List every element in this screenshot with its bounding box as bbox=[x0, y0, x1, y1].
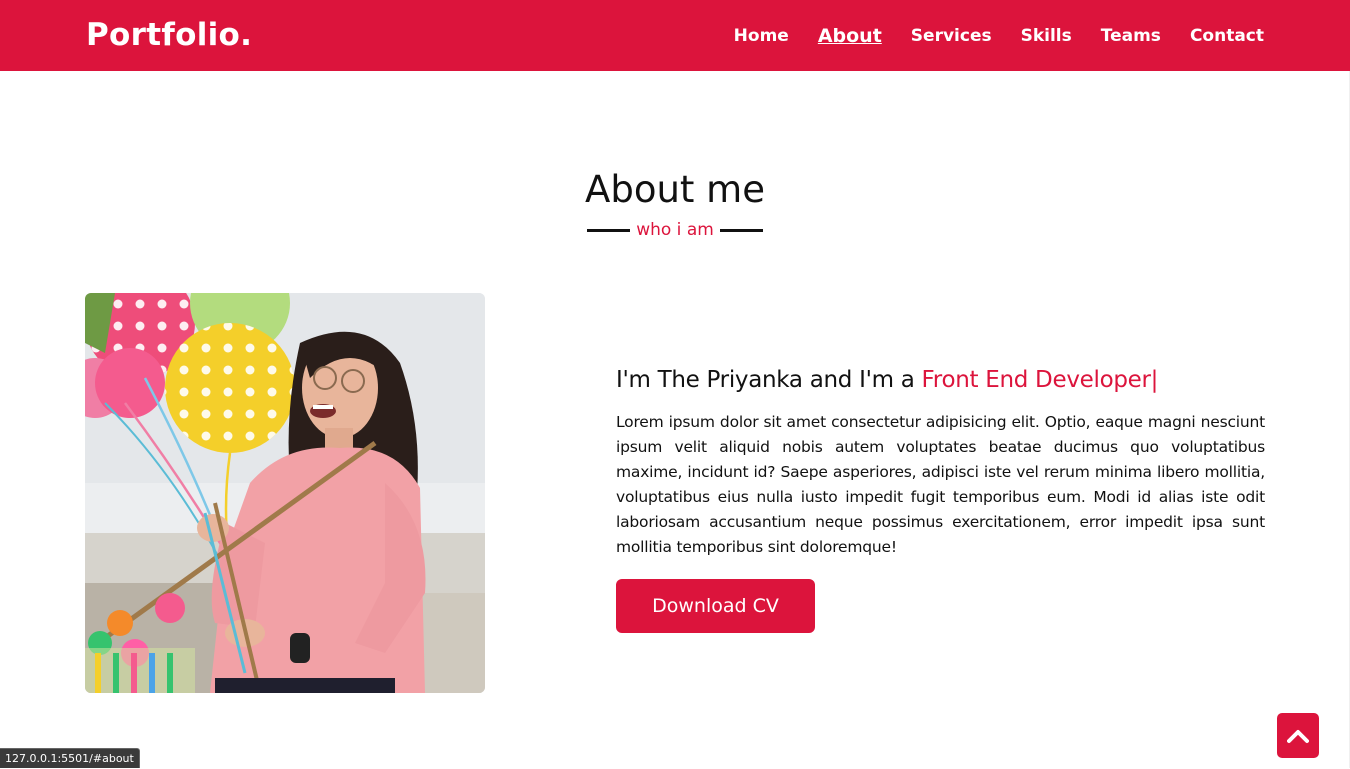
section-title: About me bbox=[585, 168, 765, 211]
about-content: I'm The Priyanka and I'm a Front End Dev… bbox=[616, 363, 1265, 560]
nav-menu: Home About Services Skills Teams Contact bbox=[734, 22, 1264, 50]
headline-typed-role: Front End Developer| bbox=[921, 367, 1159, 393]
scroll-to-top-button[interactable] bbox=[1277, 713, 1319, 758]
download-cv-button[interactable]: Download CV bbox=[616, 579, 815, 633]
nav-link-services[interactable]: Services bbox=[911, 22, 992, 50]
status-bar-url: 127.0.0.1:5501/#about bbox=[0, 748, 140, 768]
chevron-up-icon bbox=[1287, 729, 1309, 743]
headline-prefix: I'm The Priyanka and I'm a bbox=[616, 367, 915, 393]
nav-link-skills[interactable]: Skills bbox=[1021, 22, 1072, 50]
subtitle-line-left bbox=[587, 228, 631, 232]
about-description: Lorem ipsum dolor sit amet consectetur a… bbox=[616, 413, 1265, 556]
profile-photo-illustration bbox=[85, 293, 485, 693]
nav-link-home[interactable]: Home bbox=[734, 22, 789, 50]
nav-link-about[interactable]: About bbox=[818, 22, 882, 50]
nav-link-teams[interactable]: Teams bbox=[1101, 22, 1161, 50]
section-subtitle: who i am bbox=[636, 220, 714, 240]
nav-link-contact[interactable]: Contact bbox=[1190, 22, 1264, 50]
profile-photo bbox=[85, 293, 485, 693]
logo[interactable]: Portfolio. bbox=[86, 14, 252, 56]
navbar: Portfolio. Home About Services Skills Te… bbox=[0, 0, 1350, 71]
about-headline: I'm The Priyanka and I'm a Front End Dev… bbox=[616, 363, 1265, 397]
section-subtitle-row: who i am bbox=[585, 216, 765, 244]
subtitle-line-right bbox=[719, 228, 763, 232]
